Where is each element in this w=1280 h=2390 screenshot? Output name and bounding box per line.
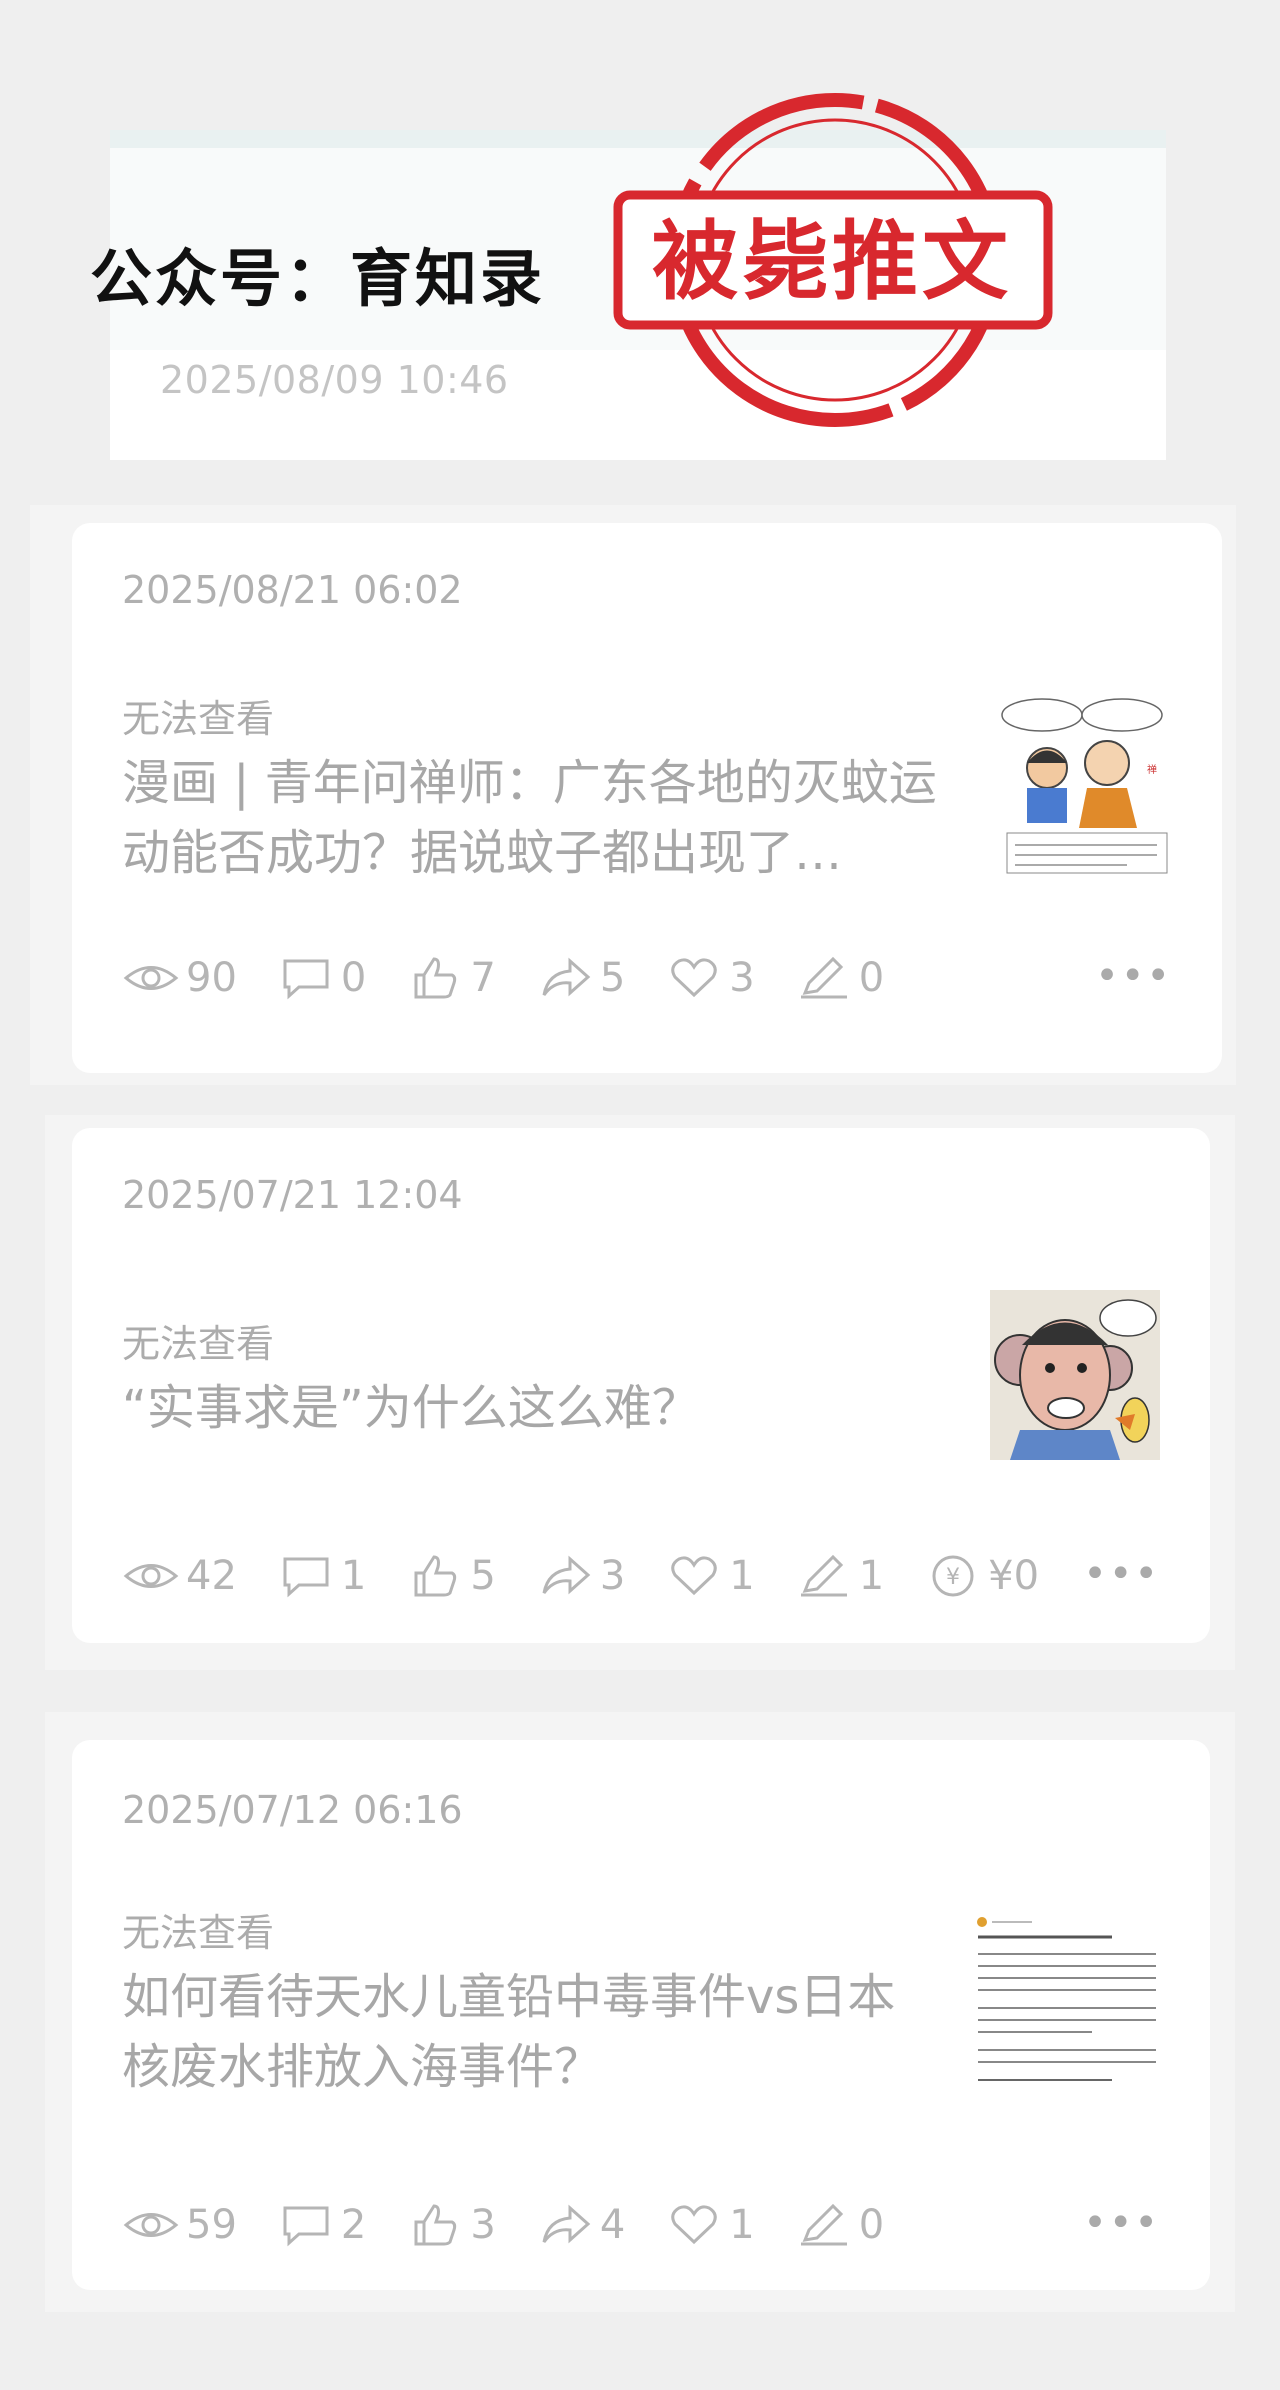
article-card[interactable]: 2025/07/21 12:04 无法查看 “实事求是”为什么这么难？ 42 1 — [72, 1128, 1210, 1643]
article-thumbnail[interactable]: 禅 — [997, 693, 1177, 883]
rewards-amount: ¥0 — [988, 1553, 1040, 1599]
text-screenshot-thumbnail-icon — [972, 1912, 1162, 2092]
article-card[interactable]: 2025/07/12 06:16 无法查看 如何看待天水儿童铅中毒事件vs日本核… — [72, 1740, 1210, 2290]
views-stat: 90 — [122, 955, 237, 1001]
likes-stat[interactable]: 7 — [406, 955, 496, 1001]
views-count: 90 — [186, 955, 237, 1001]
article-status: 无法查看 — [122, 697, 275, 741]
comment-icon — [283, 2206, 329, 2247]
notes-stat[interactable]: 1 — [795, 1553, 884, 1599]
article-date: 2025/08/21 06:02 — [122, 568, 463, 612]
article-date: 2025/07/21 12:04 — [122, 1173, 463, 1217]
rewards-stat[interactable]: ¥ ¥0 — [924, 1553, 1039, 1599]
comment-icon — [283, 959, 329, 1000]
comments-count: 1 — [340, 1553, 367, 1599]
likes-count: 3 — [470, 2202, 496, 2248]
favorites-stat[interactable]: 1 — [665, 1553, 755, 1599]
thumbs-up-icon — [414, 1555, 457, 1597]
notes-count: 1 — [858, 1553, 885, 1599]
stamp-text: 被毙推文 — [652, 212, 1012, 312]
yen-icon: ¥ — [932, 1555, 974, 1597]
article-stats: 42 1 5 3 1 1 ¥ ¥0 — [122, 1546, 1079, 1606]
pen-icon — [800, 1554, 847, 1597]
article-status: 无法查看 — [122, 1322, 275, 1366]
article-status: 无法查看 — [122, 1911, 275, 1955]
likes-count: 5 — [470, 1553, 496, 1599]
favorites-stat[interactable]: 3 — [665, 955, 755, 1001]
comment-icon — [283, 1557, 329, 1598]
shares-stat[interactable]: 3 — [536, 1553, 625, 1599]
shares-count: 3 — [599, 1553, 626, 1599]
eye-icon — [123, 2213, 179, 2237]
views-stat: 59 — [122, 2202, 237, 2248]
favorites-count: 3 — [729, 955, 755, 1001]
views-count: 59 — [186, 2202, 237, 2248]
heart-icon — [671, 2205, 718, 2245]
article-title[interactable]: “实事求是”为什么这么难？ — [122, 1373, 942, 1443]
thumbs-up-icon — [414, 957, 457, 999]
heart-icon — [671, 1556, 718, 1596]
svg-text:¥: ¥ — [946, 1565, 960, 1590]
eye-icon — [123, 966, 179, 990]
comic-thumbnail-icon: 禅 — [997, 693, 1177, 883]
article-thumbnail[interactable] — [972, 1912, 1162, 2092]
comments-stat[interactable]: 0 — [277, 955, 366, 1001]
article-date: 2025/07/12 06:16 — [122, 1788, 463, 1832]
shares-stat[interactable]: 4 — [536, 2202, 625, 2248]
caricature-thumbnail-icon — [990, 1290, 1160, 1460]
notes-count: 0 — [858, 955, 885, 1001]
favorites-stat[interactable]: 1 — [665, 2202, 755, 2248]
comments-count: 0 — [340, 955, 367, 1001]
article-title[interactable]: 漫画 | 青年问禅师：广东各地的灭蚊运动能否成功？据说蚊子都出现了… — [122, 748, 942, 888]
article-stats: 59 2 3 4 1 0 — [122, 2195, 924, 2255]
more-icon[interactable]: ••• — [1083, 1551, 1160, 1597]
more-icon[interactable]: ••• — [1083, 2200, 1160, 2246]
thumbs-up-icon — [414, 2204, 457, 2246]
share-icon — [542, 1555, 591, 1595]
notes-stat[interactable]: 0 — [795, 955, 884, 1001]
notes-count: 0 — [858, 2202, 885, 2248]
article-title[interactable]: 如何看待天水儿童铅中毒事件vs日本核废水排放入海事件？ — [122, 1962, 922, 2102]
comments-stat[interactable]: 2 — [277, 2202, 366, 2248]
favorites-count: 1 — [729, 1553, 755, 1599]
views-stat: 42 — [122, 1553, 237, 1599]
likes-stat[interactable]: 3 — [406, 2202, 496, 2248]
likes-stat[interactable]: 5 — [406, 1553, 496, 1599]
shares-count: 4 — [599, 2202, 626, 2248]
comments-stat[interactable]: 1 — [277, 1553, 366, 1599]
article-card[interactable]: 2025/08/21 06:02 无法查看 漫画 | 青年问禅师：广东各地的灭蚊… — [72, 523, 1222, 1073]
favorites-count: 1 — [729, 2202, 755, 2248]
eye-icon — [123, 1564, 179, 1588]
views-count: 42 — [186, 1553, 237, 1599]
notes-stat[interactable]: 0 — [795, 2202, 884, 2248]
likes-count: 7 — [470, 955, 496, 1001]
account-label: 公众号：育知录 — [90, 242, 546, 315]
pen-icon — [800, 2203, 847, 2246]
heart-icon — [671, 958, 718, 998]
more-icon[interactable]: ••• — [1095, 953, 1172, 999]
share-icon — [542, 957, 591, 997]
comments-count: 2 — [340, 2202, 367, 2248]
article-thumbnail[interactable] — [990, 1290, 1160, 1460]
svg-text:禅: 禅 — [1147, 763, 1157, 776]
shares-count: 5 — [599, 955, 626, 1001]
shares-stat[interactable]: 5 — [536, 955, 625, 1001]
pen-icon — [800, 956, 847, 999]
share-icon — [542, 2204, 591, 2244]
previous-article-date: 2025/08/09 10:46 — [160, 358, 509, 402]
article-stats: 90 0 7 5 3 0 — [122, 948, 924, 1008]
